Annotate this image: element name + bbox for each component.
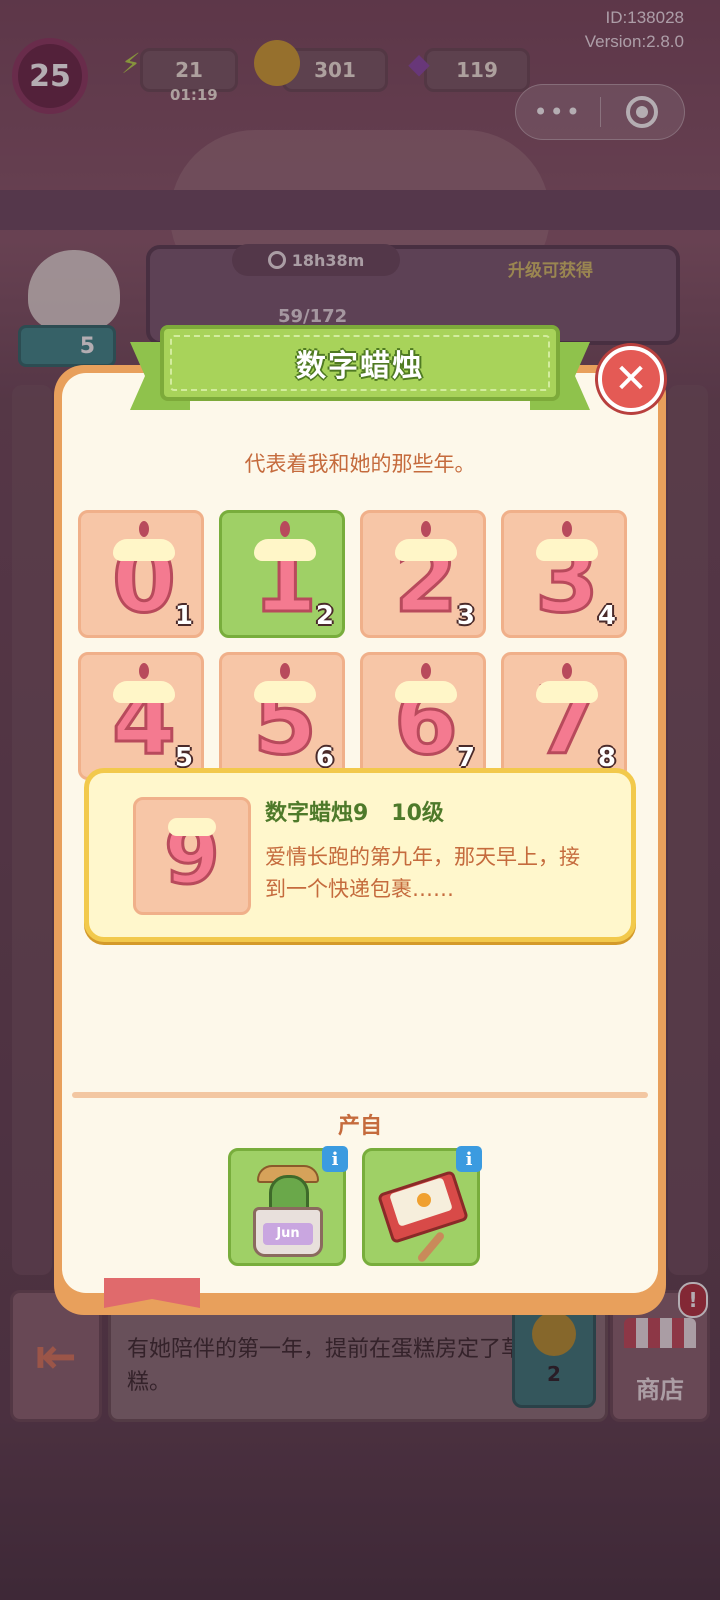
pot-label: Jun <box>263 1223 313 1245</box>
candle-wick <box>139 663 149 679</box>
candle-frosting <box>113 681 175 703</box>
match-stick <box>416 1230 446 1264</box>
close-button[interactable]: ✕ <box>598 346 664 412</box>
candle-wick <box>280 521 290 537</box>
candle-frosting <box>113 539 175 561</box>
candle-item-6[interactable]: 67 <box>360 652 486 780</box>
item-detail-description: 爱情长跑的第九年，那天早上，接到一个快递包裹…… <box>265 845 580 901</box>
candle-level: 3 <box>456 601 475 631</box>
candle-item-0[interactable]: 01 <box>78 510 204 638</box>
item-detail-popup: 9 数字蜡烛9 10级 爱情长跑的第九年，那天早上，接到一个快递包裹…… <box>84 768 636 942</box>
candle-level: 4 <box>597 601 616 631</box>
candle-wick <box>139 521 149 537</box>
candle-wick <box>421 663 431 679</box>
item-detail-thumb: 9 <box>133 797 251 915</box>
candle-level: 2 <box>315 601 334 631</box>
candle-frosting <box>168 818 216 836</box>
dialog-subtitle: 代表着我和她的那些年。 <box>244 452 476 476</box>
item-name: 数字蜡烛9 <box>265 801 369 826</box>
produced-from-label: 产自 <box>337 1114 382 1139</box>
candle-item-2[interactable]: 23 <box>360 510 486 638</box>
candle-frosting <box>536 681 598 703</box>
info-icon[interactable]: i <box>456 1146 482 1172</box>
info-icon[interactable]: i <box>322 1146 348 1172</box>
candle-frosting <box>254 539 316 561</box>
close-icon: ✕ <box>614 356 648 402</box>
section-divider <box>72 1092 648 1098</box>
item-detail-title: 数字蜡烛9 10级 <box>265 795 444 827</box>
candle-item-5[interactable]: 56 <box>219 652 345 780</box>
candle-wick <box>280 663 290 679</box>
candle-frosting <box>395 539 457 561</box>
candle-item-3[interactable]: 34 <box>501 510 627 638</box>
candle-wick <box>562 521 572 537</box>
candle-frosting <box>254 681 316 703</box>
candle-frosting <box>395 681 457 703</box>
candle-level: 1 <box>174 601 193 631</box>
candle-frosting <box>536 539 598 561</box>
candle-item-1[interactable]: 12 <box>219 510 345 638</box>
candle-wick <box>562 663 572 679</box>
item-level: 10级 <box>391 801 444 826</box>
candle-wick <box>421 521 431 537</box>
candle-item-4[interactable]: 45 <box>78 652 204 780</box>
title-banner: 数字蜡烛 <box>160 325 560 401</box>
match-flame <box>417 1193 431 1207</box>
dialog-title: 数字蜡烛 <box>296 349 424 384</box>
candle-item-7[interactable]: 78 <box>501 652 627 780</box>
